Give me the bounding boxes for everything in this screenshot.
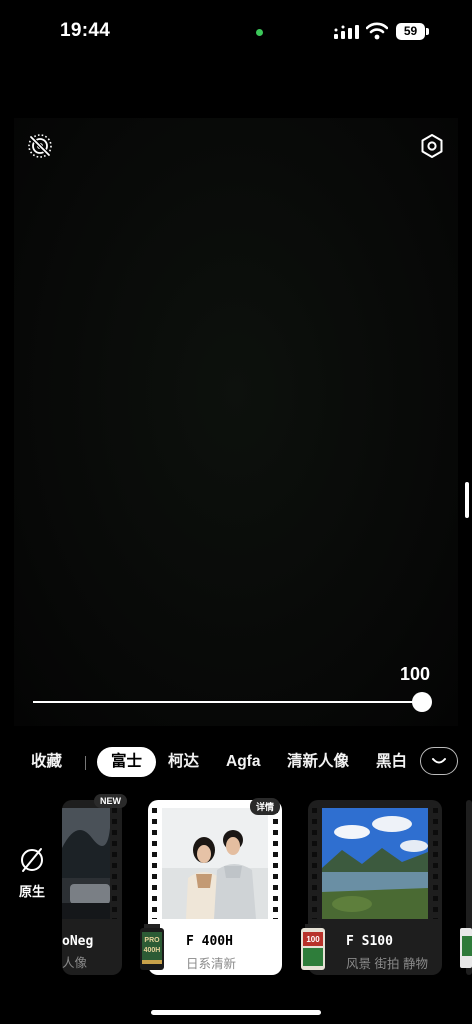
- settings-hexagon-icon[interactable]: [417, 131, 447, 161]
- intensity-slider-track[interactable]: [33, 701, 423, 703]
- tab-favorites[interactable]: 收藏: [31, 747, 62, 777]
- film-name: oNeg: [62, 934, 94, 949]
- film-sprocket-holes-right: [433, 808, 438, 919]
- live-photo-off-icon[interactable]: [25, 131, 55, 161]
- tab-fresh-portrait[interactable]: 清新人像: [287, 747, 349, 777]
- battery-cap: [426, 28, 429, 35]
- tab-agfa[interactable]: Agfa: [226, 747, 260, 777]
- tab-fujifilm[interactable]: 富士: [97, 747, 157, 777]
- film-category-tabs: 收藏 富士 柯达 Agfa 清新人像 黑白: [0, 747, 472, 779]
- cellular-signal-icon: [334, 25, 359, 39]
- no-filter-icon: [21, 848, 43, 872]
- film-tags: 人像: [62, 956, 88, 970]
- camera-in-use-indicator: [256, 29, 263, 36]
- home-indicator[interactable]: [151, 1010, 321, 1015]
- wifi-icon: [366, 22, 388, 40]
- chevron-down-icon: [432, 757, 446, 763]
- film-preview-photo: [62, 808, 110, 919]
- native-label: 原生: [18, 884, 45, 899]
- battery-indicator: 59: [396, 23, 430, 40]
- tab-kodak[interactable]: 柯达: [168, 747, 199, 777]
- film-card-oneg[interactable]: oNeg 人像: [62, 800, 122, 975]
- canister-label: 100: [306, 935, 320, 944]
- film-preview-photo: [322, 808, 428, 919]
- intensity-value: 100: [400, 664, 431, 684]
- film-name: F S100: [346, 934, 393, 949]
- film-card-f-400h[interactable]: F 400H 日系清新: [148, 800, 282, 975]
- svg-text:PRO: PRO: [144, 937, 160, 944]
- film-name: F 400H: [186, 934, 233, 949]
- film-preview-photo: [162, 808, 268, 919]
- film-tags: 风景 街拍 静物: [346, 957, 428, 971]
- film-sprocket-holes-right: [273, 808, 278, 919]
- film-sprocket-holes-left: [152, 808, 157, 919]
- film-canister-icon: PRO 400H: [138, 924, 166, 972]
- tab-black-white[interactable]: 黑白: [376, 747, 407, 777]
- film-canister-icon: [458, 926, 472, 970]
- camera-viewfinder[interactable]: [14, 118, 458, 726]
- film-card-f-s100[interactable]: F S100 风景 街拍 静物: [308, 800, 442, 975]
- native-no-filter-button[interactable]: 原生: [14, 846, 50, 900]
- details-badge[interactable]: 详情: [250, 798, 281, 815]
- svg-text:400H: 400H: [144, 947, 161, 954]
- film-canister-icon: 100: [299, 924, 327, 972]
- film-tags: 日系清新: [186, 957, 237, 971]
- new-badge: NEW: [94, 794, 127, 808]
- film-sprocket-holes: [112, 808, 117, 919]
- tab-divider: [85, 756, 86, 770]
- side-drawer-handle[interactable]: [465, 482, 469, 518]
- intensity-slider-thumb[interactable]: [412, 692, 432, 712]
- expand-categories-button[interactable]: [420, 747, 458, 775]
- battery-level: 59: [396, 23, 425, 40]
- film-sprocket-holes-left: [312, 808, 317, 919]
- status-time: 19:44: [60, 20, 111, 41]
